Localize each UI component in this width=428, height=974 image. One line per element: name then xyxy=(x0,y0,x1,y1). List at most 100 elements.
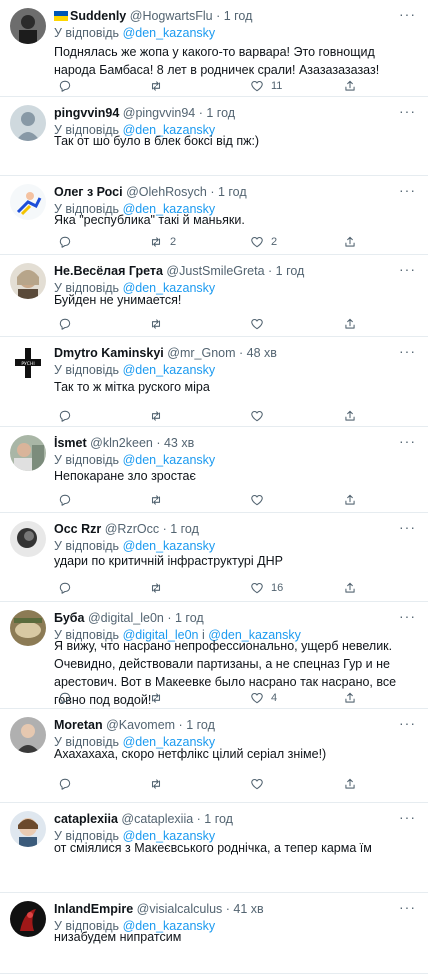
tweet-timestamp[interactable]: 41 хв xyxy=(233,902,263,916)
reply-button[interactable] xyxy=(58,78,79,94)
more-options-icon[interactable]: ··· xyxy=(399,344,416,358)
share-button[interactable] xyxy=(343,78,357,94)
user-handle[interactable]: @kln2keen xyxy=(90,436,153,450)
mention-link[interactable]: @den_kazansky xyxy=(123,539,216,553)
more-options-icon[interactable]: ··· xyxy=(399,262,416,276)
avatar[interactable] xyxy=(10,184,46,220)
user-handle[interactable]: @JustSmileGreta xyxy=(166,264,264,278)
user-handle[interactable]: @RzrOcc xyxy=(105,522,159,536)
reply-tweet[interactable]: Буба @digital_le0n · 1 год ··· У відповідь… xyxy=(0,602,428,709)
share-button[interactable] xyxy=(343,690,357,706)
tweet-timestamp[interactable]: 48 хв xyxy=(247,346,277,360)
reply-tweet[interactable]: Moretan @Kavomem · 1 год ··· У відповідь @… xyxy=(0,709,428,803)
avatar[interactable] xyxy=(10,521,46,557)
tweet-timestamp[interactable]: 1 год xyxy=(186,718,215,732)
display-name[interactable]: Moretan xyxy=(54,718,103,732)
reply-button[interactable] xyxy=(58,492,79,508)
tweet-timestamp[interactable]: 1 год xyxy=(170,522,199,536)
avatar[interactable] xyxy=(10,717,46,753)
like-button[interactable] xyxy=(250,776,271,792)
retweet-button[interactable] xyxy=(149,690,170,706)
tweet-timestamp[interactable]: 43 хв xyxy=(164,436,194,450)
avatar[interactable] xyxy=(10,263,46,299)
display-name[interactable]: Suddenly xyxy=(70,9,126,23)
reply-button[interactable] xyxy=(58,580,79,596)
avatar[interactable] xyxy=(10,610,46,646)
user-handle[interactable]: @Kavomem xyxy=(106,718,175,732)
tweet-timestamp[interactable]: 1 год xyxy=(224,9,253,23)
retweet-button[interactable] xyxy=(149,316,170,332)
reply-tweet[interactable]: Suddenly @HogwartsFlu · 1 год ··· У відпов… xyxy=(0,0,428,97)
reply-tweet[interactable]: İsmet @kln2keen · 43 хв ··· У відповідь @d… xyxy=(0,427,428,513)
like-button[interactable]: 2 xyxy=(250,234,277,250)
user-handle[interactable]: @HogwartsFlu xyxy=(130,9,213,23)
share-button[interactable] xyxy=(343,580,357,596)
reply-tweet[interactable]: Occ Rzr @RzrOcc · 1 год ··· У відповідь @d… xyxy=(0,513,428,602)
more-options-icon[interactable]: ··· xyxy=(399,716,416,730)
mention-link[interactable]: @den_kazansky xyxy=(123,453,216,467)
user-handle[interactable]: @visialcalculus xyxy=(137,902,223,916)
mention-link[interactable]: @den_kazansky xyxy=(123,26,216,40)
display-name[interactable]: İsmet xyxy=(54,436,87,450)
display-name[interactable]: Буба xyxy=(54,611,84,625)
like-button[interactable]: 4 xyxy=(250,690,277,706)
share-button[interactable] xyxy=(343,408,357,424)
retweet-button[interactable] xyxy=(149,580,170,596)
avatar[interactable] xyxy=(10,8,46,44)
share-button[interactable] xyxy=(343,234,357,250)
reply-tweet[interactable]: pingvvin94 @pingvvin94 · 1 год ··· У відпо… xyxy=(0,97,428,176)
user-handle[interactable]: @pingvvin94 xyxy=(123,106,195,120)
more-options-icon[interactable]: ··· xyxy=(399,104,416,118)
like-button[interactable]: 16 xyxy=(250,580,283,596)
more-options-icon[interactable]: ··· xyxy=(399,609,416,623)
reply-button[interactable] xyxy=(58,234,79,250)
user-handle[interactable]: @cataplexiia xyxy=(121,812,193,826)
tweet-timestamp[interactable]: 1 год xyxy=(218,185,247,199)
avatar[interactable] xyxy=(10,105,46,141)
reply-button[interactable] xyxy=(58,316,79,332)
tweet-timestamp[interactable]: 1 год xyxy=(206,106,235,120)
retweet-button[interactable] xyxy=(149,492,170,508)
like-button[interactable] xyxy=(250,492,271,508)
display-name[interactable]: cataplexiia xyxy=(54,812,118,826)
display-name[interactable]: Олег з Росі xyxy=(54,185,123,199)
share-button[interactable] xyxy=(343,492,357,508)
reply-tweet[interactable]: cataplexiia @cataplexiia · 1 год ··· У від… xyxy=(0,803,428,893)
avatar[interactable] xyxy=(10,901,46,937)
reply-button[interactable] xyxy=(58,690,79,706)
user-handle[interactable]: @OlehRosych xyxy=(126,185,207,199)
reply-tweet[interactable]: РУСНІ Dmytro Kaminskyi @mr_Gnom · 48 хв ··… xyxy=(0,337,428,427)
tweet-timestamp[interactable]: 1 год xyxy=(276,264,305,278)
more-options-icon[interactable]: ··· xyxy=(399,810,416,824)
tweet-timestamp[interactable]: 1 год xyxy=(175,611,204,625)
mention-link[interactable]: @den_kazansky xyxy=(123,363,216,377)
retweet-button[interactable] xyxy=(149,776,170,792)
avatar[interactable] xyxy=(10,435,46,471)
retweet-button[interactable] xyxy=(149,408,170,424)
retweet-button[interactable]: 2 xyxy=(149,234,176,250)
avatar[interactable] xyxy=(10,811,46,847)
retweet-button[interactable] xyxy=(149,78,170,94)
reply-tweet[interactable]: InlandEmpire @visialcalculus · 41 хв ··· У… xyxy=(0,893,428,974)
like-button[interactable] xyxy=(250,316,271,332)
more-options-icon[interactable]: ··· xyxy=(399,183,416,197)
more-options-icon[interactable]: ··· xyxy=(399,520,416,534)
reply-button[interactable] xyxy=(58,776,79,792)
display-name[interactable]: InlandEmpire xyxy=(54,902,133,916)
reply-tweet[interactable]: Не.Весёлая Грета @JustSmileGreta · 1 год… xyxy=(0,255,428,337)
share-button[interactable] xyxy=(343,316,357,332)
avatar[interactable]: РУСНІ xyxy=(10,345,46,381)
share-button[interactable] xyxy=(343,776,357,792)
user-handle[interactable]: @digital_le0n xyxy=(88,611,164,625)
more-options-icon[interactable]: ··· xyxy=(399,900,416,914)
like-button[interactable]: 11 xyxy=(250,78,282,94)
display-name[interactable]: Occ Rzr xyxy=(54,522,101,536)
display-name[interactable]: Dmytro Kaminskyi xyxy=(54,346,164,360)
user-handle[interactable]: @mr_Gnom xyxy=(167,346,235,360)
like-button[interactable] xyxy=(250,408,271,424)
reply-button[interactable] xyxy=(58,408,79,424)
reply-tweet[interactable]: Олег з Росі @OlehRosych · 1 год ··· У відп… xyxy=(0,176,428,255)
more-options-icon[interactable]: ··· xyxy=(399,434,416,448)
display-name[interactable]: pingvvin94 xyxy=(54,106,119,120)
more-options-icon[interactable]: ··· xyxy=(399,7,416,21)
